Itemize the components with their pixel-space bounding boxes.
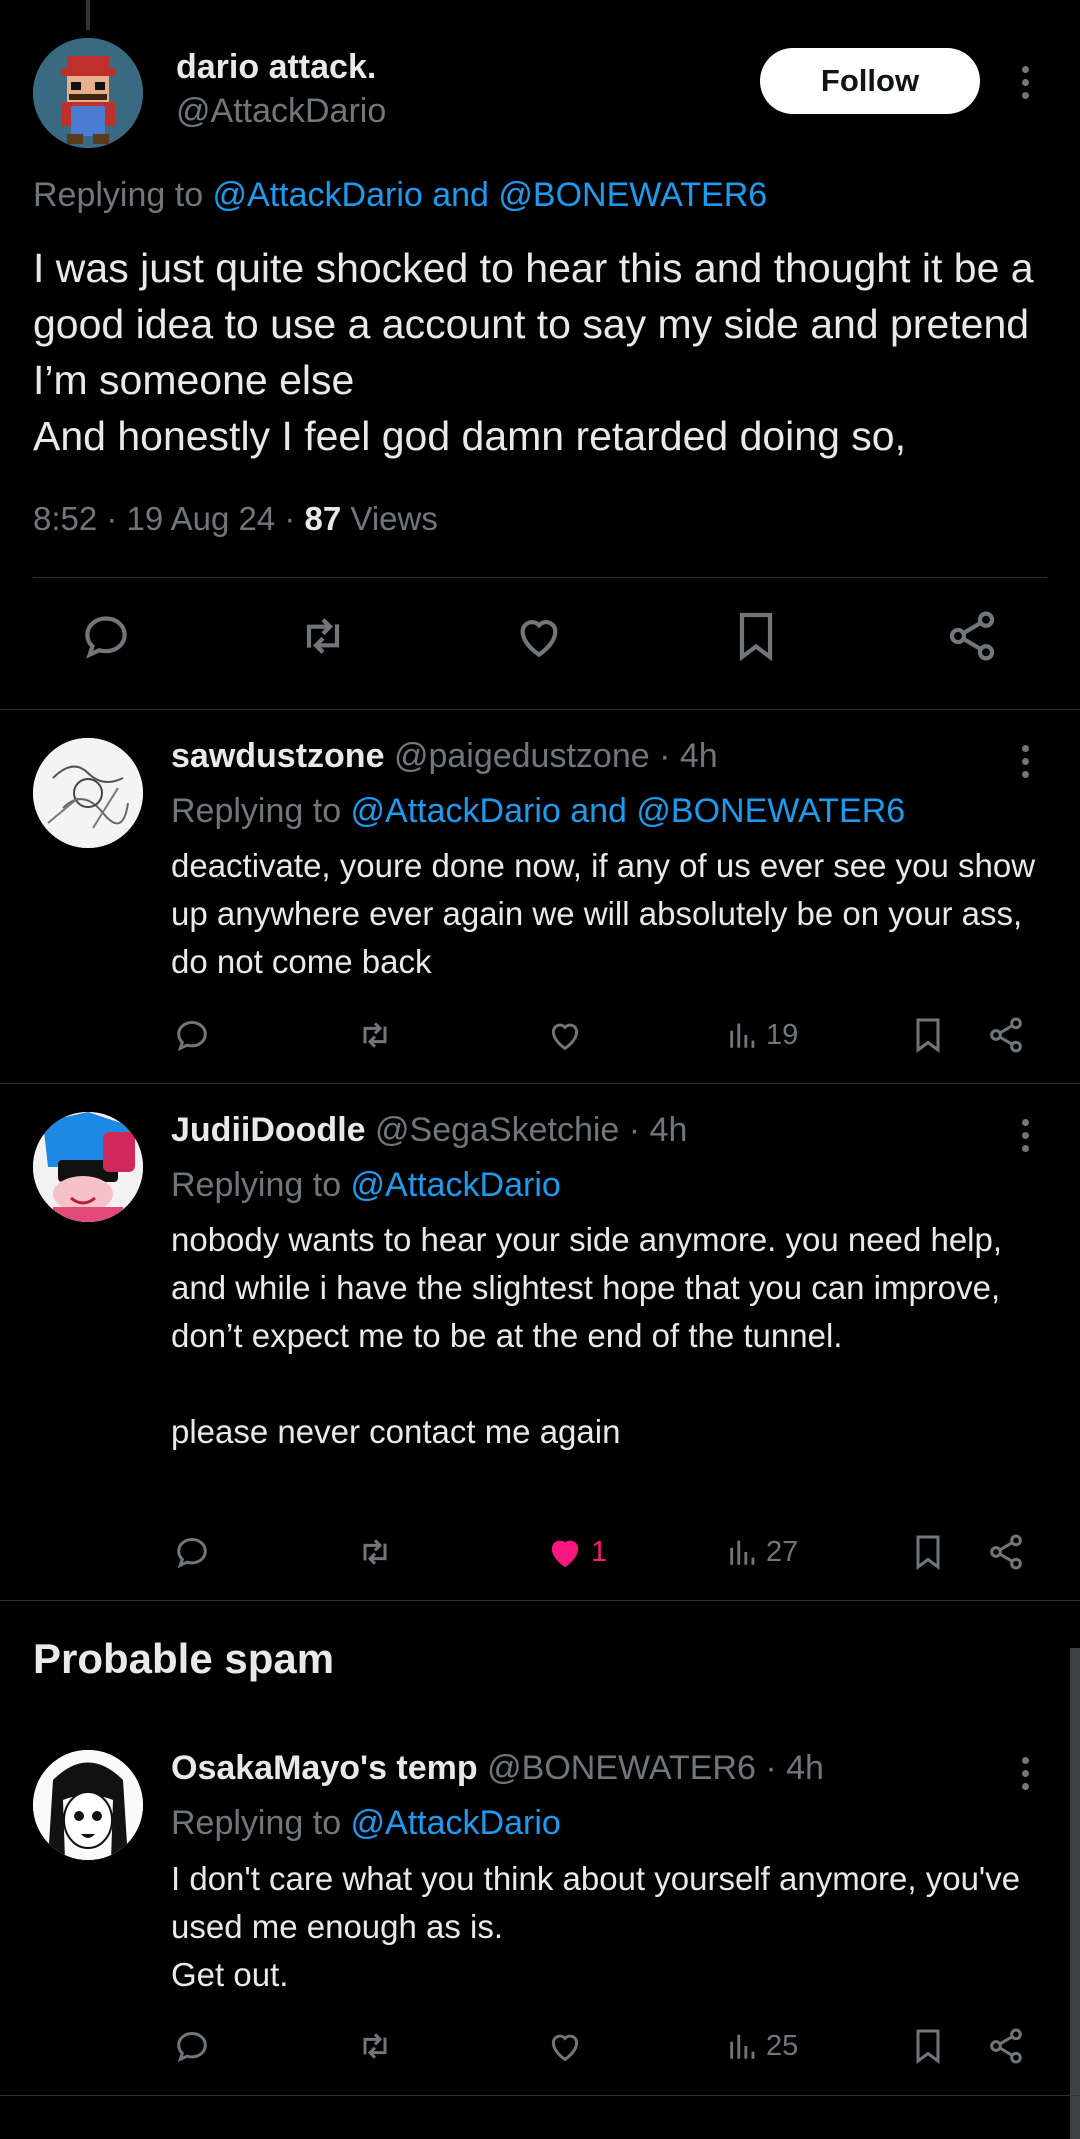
replying-mentions[interactable]: @AttackDario and @BONEWATER6 [213,176,768,214]
replying-to: Replying to @AttackDario and @BONEWATER6 [171,792,905,831]
divider [0,2095,1080,2096]
reply-text: nobody wants to hear your side anymore. … [171,1221,1003,1450]
tweet-time[interactable]: 8:52 · 19 Aug 24 · [33,500,305,537]
more-options-icon[interactable] [1005,1115,1045,1155]
views-button[interactable]: 25 [726,2024,798,2068]
reply-icon[interactable] [172,1013,212,1057]
author-name[interactable]: dario attack. [176,48,376,87]
divider [0,1083,1080,1084]
avatar[interactable] [33,738,143,848]
replying-prefix: Replying to [171,792,351,830]
share-icon[interactable] [986,2024,1026,2068]
replying-prefix: Replying to [171,1166,351,1204]
views-count: 19 [766,1018,799,1051]
replying-to: Replying to @AttackDario and @BONEWATER6 [33,176,767,215]
reply-icon[interactable] [172,1530,212,1574]
replying-to: Replying to @AttackDario [171,1804,561,1843]
views-button[interactable]: 19 [726,1013,798,1057]
author-handle[interactable]: @AttackDario [176,92,386,131]
replying-prefix: Replying to [171,1804,351,1842]
bookmark-icon[interactable] [908,1013,948,1057]
reply-icon[interactable] [172,2024,212,2068]
reply-icon[interactable] [78,608,138,668]
reply-author-handle[interactable]: @SegaSketchie · 4h [375,1111,687,1149]
views-icon [730,1540,755,1565]
divider [0,709,1080,710]
views-count: 27 [766,1535,799,1568]
retweet-icon[interactable] [355,2024,395,2068]
avatar[interactable] [33,1750,143,1860]
thread-connector-line [86,0,90,30]
retweet-icon[interactable] [295,608,355,668]
bookmark-icon[interactable] [728,608,788,668]
share-icon[interactable] [986,1530,1026,1574]
views-label: Views [341,500,438,537]
views-count: 25 [766,2029,799,2062]
more-options-icon[interactable] [1005,1753,1045,1793]
like-button[interactable] [545,2024,591,2068]
reply-actions: 25 [0,2024,1080,2074]
retweet-icon[interactable] [355,1530,395,1574]
reply-header: JudiiDoodle @SegaSketchie · 4h [171,1111,687,1150]
reply-author-name[interactable]: sawdustzone [171,737,384,775]
tweet-metadata: 8:52 · 19 Aug 24 · 87 Views [33,500,438,538]
views-icon [730,1023,755,1048]
bookmark-icon[interactable] [908,2024,948,2068]
divider [33,577,1047,578]
reply-header: OsakaMayo's temp @BONEWATER6 · 4h [171,1749,824,1788]
like-icon [551,2034,579,2062]
views-button[interactable]: 27 [726,1530,798,1574]
reply-author-handle[interactable]: @BONEWATER6 · 4h [487,1749,824,1787]
more-options-icon[interactable] [1005,62,1045,102]
more-options-icon[interactable] [1005,741,1045,781]
like-icon [551,1023,579,1051]
share-icon[interactable] [986,1013,1026,1057]
like-button[interactable] [545,1013,591,1057]
follow-button[interactable]: Follow [760,48,980,114]
like-count: 1 [591,1535,608,1568]
tweet-text: I was just quite shocked to hear this an… [33,245,1034,459]
views-icon [730,2034,755,2059]
bookmark-icon[interactable] [908,1530,948,1574]
share-icon[interactable] [944,608,1004,668]
replying-mentions[interactable]: @AttackDario and @BONEWATER6 [351,792,906,830]
like-icon[interactable] [511,608,571,668]
like-button[interactable]: 1 [545,1530,607,1574]
views-count: 87 [304,500,342,537]
reply-author-name[interactable]: OsakaMayo's temp [171,1749,478,1787]
reply-header: sawdustzone @paigedustzone · 4h [171,737,718,776]
like-icon [551,1540,579,1568]
avatar[interactable] [33,38,143,148]
replying-prefix: Replying to [33,176,213,214]
reply-text: deactivate, youre done now, if any of us… [171,847,1036,980]
section-title: Probable spam [33,1635,335,1682]
avatar[interactable] [33,1112,143,1222]
replying-mentions[interactable]: @AttackDario [351,1166,561,1204]
reply-actions: 19 [0,1013,1080,1063]
reply-text: I don't care what you think about yourse… [171,1860,1021,1993]
reply-actions: 1 27 [0,1530,1080,1580]
retweet-icon[interactable] [355,1013,395,1057]
divider [0,1600,1080,1601]
replying-to: Replying to @AttackDario [171,1166,561,1205]
reply-author-name[interactable]: JudiiDoodle [171,1111,366,1149]
tweet-actions [0,608,1080,678]
reply-author-handle[interactable]: @paigedustzone · 4h [394,737,718,775]
replying-mentions[interactable]: @AttackDario [351,1804,561,1842]
